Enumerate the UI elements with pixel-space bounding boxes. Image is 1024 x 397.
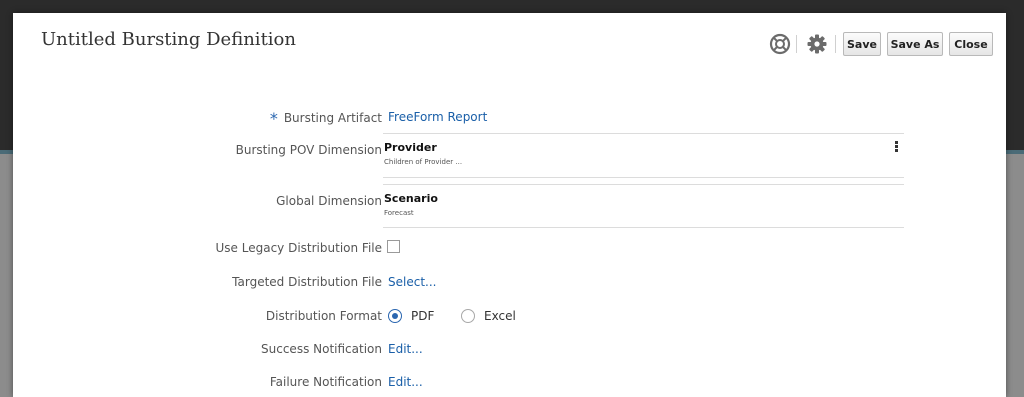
save-as-button[interactable]: Save As xyxy=(887,32,943,56)
success-notification-edit-link[interactable]: Edit... xyxy=(388,342,423,356)
global-dimension-selector[interactable]: Scenario Forecast xyxy=(383,184,904,228)
save-button[interactable]: Save xyxy=(843,32,881,56)
global-dimension-detail: Forecast xyxy=(384,209,414,217)
excel-radio-label[interactable]: Excel xyxy=(484,309,516,323)
failure-notification-label: Failure Notification xyxy=(269,375,382,389)
dialog-title: Untitled Bursting Definition xyxy=(41,29,296,50)
success-notification-label: Success Notification xyxy=(261,342,382,356)
failure-notification-edit-link[interactable]: Edit... xyxy=(388,375,423,389)
bursting-artifact-label-row: * Bursting Artifact xyxy=(269,107,382,128)
more-options-icon[interactable] xyxy=(895,141,899,153)
pov-dimension-selector[interactable]: Provider Children of Provider ... xyxy=(383,133,904,178)
global-dimension-label: Global Dimension xyxy=(276,194,382,208)
toolbar-separator xyxy=(835,35,836,53)
targeted-distribution-label: Targeted Distribution File xyxy=(232,275,382,289)
excel-radio[interactable] xyxy=(461,309,475,323)
toolbar-separator xyxy=(796,35,797,53)
targeted-distribution-select-link[interactable]: Select... xyxy=(388,275,436,289)
bursting-definition-dialog: Untitled Bursting Definition Save Save A… xyxy=(13,13,1006,397)
pov-dimension-label: Bursting POV Dimension xyxy=(235,143,382,157)
distribution-format-label: Distribution Format xyxy=(265,309,382,323)
bursting-artifact-label: Bursting Artifact xyxy=(283,111,382,125)
required-marker: * xyxy=(269,109,278,128)
pdf-radio-label[interactable]: PDF xyxy=(411,309,434,323)
bursting-artifact-link[interactable]: FreeForm Report xyxy=(388,110,487,124)
legacy-distribution-checkbox[interactable] xyxy=(387,240,400,253)
close-button[interactable]: Close xyxy=(949,32,993,56)
pdf-radio[interactable] xyxy=(388,309,402,323)
lifebuoy-icon[interactable] xyxy=(769,33,791,55)
legacy-distribution-label: Use Legacy Distribution File xyxy=(215,241,382,255)
pov-dimension-detail: Children of Provider ... xyxy=(384,158,463,166)
global-dimension-name: Scenario xyxy=(384,192,438,205)
pov-dimension-name: Provider xyxy=(384,141,437,154)
gear-icon[interactable] xyxy=(806,33,828,55)
